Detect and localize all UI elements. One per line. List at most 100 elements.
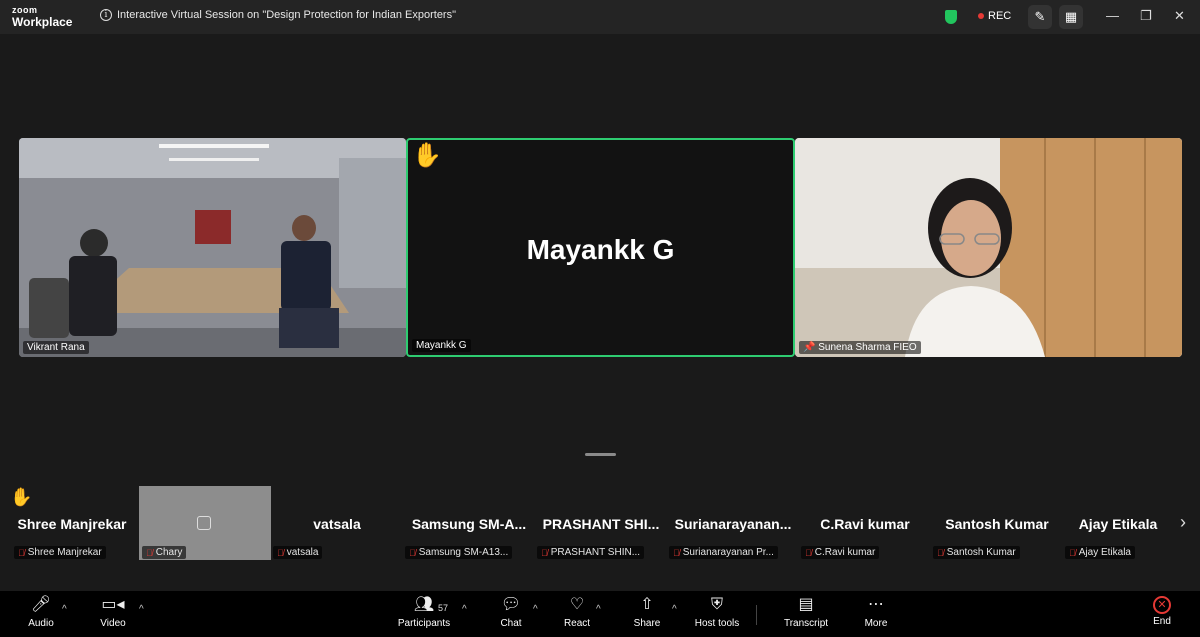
mic-muted-icon: 🎙̸: [805, 547, 812, 558]
meeting-info[interactable]: i Interactive Virtual Session on "Design…: [100, 9, 456, 21]
strip-name-label: 🎙̸ C.Ravi kumar: [801, 546, 880, 559]
mic-muted-icon: 🎙̸: [1069, 547, 1076, 558]
view-grid-icon[interactable]: ▦: [1059, 5, 1083, 29]
transcript-button[interactable]: ▤ Transcript: [771, 594, 841, 629]
brand-workplace: Workplace: [12, 15, 73, 29]
strip-tile-prashant[interactable]: PRASHANT SHI... 🎙̸ PRASHANT SHIN...: [535, 486, 667, 560]
participant-display-name: Mayankk G: [526, 234, 675, 265]
chat-label: Chat: [500, 618, 522, 629]
strip-tile-ajay[interactable]: Ajay Etikala 🎙̸ Ajay Etikala: [1063, 486, 1173, 560]
end-label: End: [1153, 616, 1171, 627]
video-tile-mayankk[interactable]: ✋ Mayankk G Mayankk G: [406, 138, 795, 357]
video-label: Video: [100, 618, 126, 629]
strip-tile-samsung[interactable]: Samsung SM-A... 🎙̸ Samsung SM-A13...: [403, 486, 535, 560]
mic-muted-icon: 🎙̸: [541, 547, 548, 558]
raised-hand-icon: ✋: [412, 142, 442, 169]
strip-name-label: 🎙̸ Ajay Etikala: [1065, 546, 1135, 559]
more-label: More: [864, 618, 888, 629]
strip-tile-chary[interactable]: 🎙̸ Chary: [139, 486, 271, 560]
strip-label-text: Santosh Kumar: [946, 547, 1016, 558]
share-screen-icon: ⇧: [640, 596, 654, 613]
strip-display-name: Surianarayanan...: [674, 516, 792, 532]
strip-name-label: 🎙̸ Samsung SM-A13...: [405, 546, 513, 559]
strip-label-text: PRASHANT SHIN...: [550, 547, 641, 558]
strip-display-name: Santosh Kumar: [945, 516, 1049, 532]
strip-tile-vatsala[interactable]: vatsala 🎙̸ vatsala: [271, 486, 403, 560]
video-button[interactable]: ▭◂ Video: [78, 594, 148, 629]
strip-name-label: 🎙̸ Surianarayanan Pr...: [669, 546, 778, 559]
transcript-icon: ▤: [798, 596, 814, 613]
participants-options-chevron-icon[interactable]: ^: [462, 604, 467, 615]
strip-tile-surianarayanan[interactable]: Surianarayanan... 🎙̸ Surianarayanan Pr...: [667, 486, 799, 560]
react-options-chevron-icon[interactable]: ^: [596, 604, 601, 615]
pin-icon: 📌: [803, 342, 816, 353]
mic-muted-icon: 🎙̸: [673, 547, 680, 558]
react-button[interactable]: ♡ React: [542, 594, 612, 629]
minimize-icon[interactable]: —: [1106, 9, 1119, 23]
title-bar: zoom Workplace i Interactive Virtual Ses…: [0, 0, 1200, 34]
video-tile-vikrant[interactable]: Vikrant Rana: [19, 138, 406, 357]
rec-label: REC: [988, 10, 1012, 22]
chevron-right-icon[interactable]: ›: [1180, 512, 1186, 533]
strip-display-name: vatsala: [313, 516, 361, 532]
participants-label: Participants: [397, 618, 451, 629]
video-tile-sunena[interactable]: 📌 Sunena Sharma FIEO: [795, 138, 1182, 357]
mic-muted-icon: 🎙̸: [18, 547, 25, 558]
end-button[interactable]: ✕ End: [1127, 594, 1197, 627]
close-icon[interactable]: ✕: [1174, 9, 1185, 23]
speaker-video: [795, 138, 1182, 357]
share-options-chevron-icon[interactable]: ^: [672, 604, 677, 615]
conference-room-video: [19, 138, 406, 357]
strip-label-text: Shree Manjrekar: [27, 547, 102, 558]
zoom-logo: zoom Workplace: [12, 5, 73, 29]
recording-indicator[interactable]: REC: [978, 10, 1011, 22]
strip-display-name: Ajay Etikala: [1078, 516, 1158, 532]
strip-name-label: 🎙̸ Chary: [142, 546, 187, 559]
more-button[interactable]: ⋯ More: [841, 594, 911, 629]
host-tools-button[interactable]: ⛨ Host tools: [682, 594, 752, 629]
tile-name-label: 📌 Sunena Sharma FIEO: [799, 341, 921, 354]
strip-tile-cravi[interactable]: C.Ravi kumar 🎙̸ C.Ravi kumar: [799, 486, 931, 560]
restore-icon[interactable]: ❐: [1140, 9, 1152, 23]
audio-options-chevron-icon[interactable]: ^: [62, 604, 67, 615]
strip-label-text: Chary: [155, 547, 183, 558]
audio-label: Audio: [28, 618, 54, 629]
strip-display-name: PRASHANT SHI...: [542, 516, 660, 532]
mic-muted-icon: 🎙̸: [277, 547, 284, 558]
info-icon[interactable]: i: [100, 9, 112, 21]
tile-name-label: Mayankk G: [412, 339, 471, 352]
strip-label-text: vatsala: [286, 547, 319, 558]
mic-muted-icon: 🎙̸: [937, 547, 944, 558]
camera-icon: ▭◂: [101, 596, 125, 613]
react-label: React: [563, 618, 591, 629]
end-call-icon: ✕: [1153, 596, 1171, 614]
strip-tile-santosh[interactable]: Santosh Kumar 🎙̸ Santosh Kumar: [931, 486, 1063, 560]
rec-dot-icon: [978, 13, 984, 19]
strip-name-label: 🎙̸ PRASHANT SHIN...: [537, 546, 645, 559]
brand-zoom: zoom: [12, 5, 38, 15]
toolbar-divider: [756, 605, 757, 625]
tile-name-label: Vikrant Rana: [23, 341, 89, 354]
share-label: Share: [633, 618, 661, 629]
chat-options-chevron-icon[interactable]: ^: [533, 604, 538, 615]
resize-handle[interactable]: [585, 453, 616, 456]
participants-icon: 👥︎: [413, 596, 435, 613]
strip-name-label: 🎙̸ Shree Manjrekar: [14, 546, 106, 559]
security-shield-icon[interactable]: [945, 10, 957, 24]
strip-label-text: C.Ravi kumar: [814, 547, 876, 558]
meeting-toolbar: 🎤︎ Audio ^ ▭◂ Video ^ 👥︎ Participants 57…: [0, 591, 1200, 637]
annotate-pencil-icon[interactable]: ✎: [1028, 5, 1052, 29]
strip-label-text: Surianarayanan Pr...: [682, 547, 774, 558]
participant-count: 57: [438, 603, 449, 613]
raised-hand-icon: ✋: [10, 487, 33, 507]
participants-button[interactable]: 👥︎ Participants: [389, 594, 459, 629]
strip-display-name: Samsung SM-A...: [411, 516, 527, 532]
strip-tile-shree[interactable]: ✋ Shree Manjrekar 🎙̸ Shree Manjrekar: [6, 486, 138, 560]
mic-muted-icon: 🎙̸: [146, 547, 153, 558]
chat-bubble-icon: 💬︎: [500, 596, 522, 613]
strip-label-text: Ajay Etikala: [1078, 547, 1131, 558]
strip-label-text: Samsung SM-A13...: [418, 547, 509, 558]
video-options-chevron-icon[interactable]: ^: [139, 604, 144, 615]
tile-name-text: Sunena Sharma FIEO: [818, 342, 917, 353]
strip-display-name: C.Ravi kumar: [820, 516, 910, 532]
